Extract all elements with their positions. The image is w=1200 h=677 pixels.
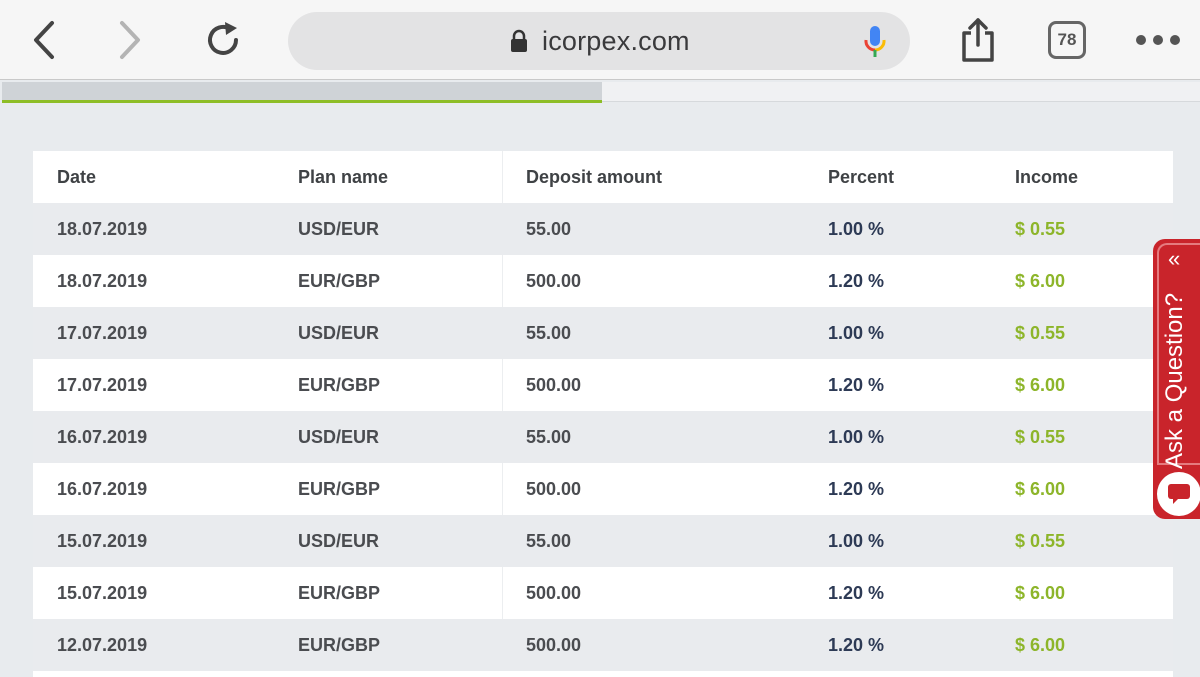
header-date: Date <box>57 167 97 187</box>
cell-percent: 1.20 % <box>828 635 885 655</box>
cell-plan-name: EUR/GBP <box>298 479 381 499</box>
table-header-row: Date Plan name Deposit amount Percent In… <box>33 151 1173 203</box>
cell-percent: 1.00 % <box>828 427 885 447</box>
active-page-tab[interactable] <box>2 82 602 100</box>
cell-income: $ 6.00 <box>1015 583 1066 603</box>
cell-deposit-amount: 500.00 <box>526 271 582 291</box>
chat-bubble-icon <box>1168 484 1190 504</box>
deposits-table: Date Plan name Deposit amount Percent In… <box>33 151 1173 677</box>
table-row: 15.07.2019 EUR/GBP 500.00 1.20 % $ 6.00 <box>33 567 1173 619</box>
table-row: 18.07.2019 EUR/GBP 500.00 1.20 % $ 6.00 <box>33 255 1173 307</box>
cell-date: 12.07.2019 <box>57 635 148 655</box>
cell-plan-name: EUR/GBP <box>298 271 381 291</box>
column-divider <box>502 567 503 619</box>
cell-date: 17.07.2019 <box>57 323 148 343</box>
column-divider <box>502 359 503 411</box>
ask-question-widget[interactable]: « Ask a Question? <box>1153 239 1200 519</box>
header-percent: Percent <box>828 167 895 187</box>
share-icon <box>962 18 994 62</box>
back-arrow-icon <box>34 21 54 59</box>
back-button[interactable] <box>22 12 66 68</box>
cell-plan-name: USD/EUR <box>298 427 380 447</box>
cell-percent: 1.00 % <box>828 323 885 343</box>
cell-income: $ 6.00 <box>1015 479 1066 499</box>
cell-plan-name: USD/EUR <box>298 531 380 551</box>
tab-count-button[interactable]: 78 <box>1048 21 1086 59</box>
lock-icon <box>511 29 527 52</box>
address-bar[interactable]: icorpex.com <box>288 12 910 70</box>
forward-arrow-icon <box>120 21 140 59</box>
cell-percent: 1.20 % <box>828 271 885 291</box>
cell-percent: 1.20 % <box>828 479 885 499</box>
cell-income: $ 0.55 <box>1015 531 1066 551</box>
cell-income: $ 0.55 <box>1015 323 1066 343</box>
column-divider <box>502 151 503 203</box>
table-row: 17.07.2019 USD/EUR 55.00 1.00 % $ 0.55 <box>33 307 1173 359</box>
cell-deposit-amount: 55.00 <box>526 219 572 239</box>
cell-date: 16.07.2019 <box>57 479 148 499</box>
header-deposit-amount: Deposit amount <box>526 167 663 187</box>
cell-income: $ 6.00 <box>1015 271 1066 291</box>
url-text: icorpex.com <box>542 26 690 56</box>
cell-date: 15.07.2019 <box>57 531 148 551</box>
cell-plan-name: USD/EUR <box>298 219 380 239</box>
cell-deposit-amount: 55.00 <box>526 531 572 551</box>
cell-percent: 1.00 % <box>828 531 885 551</box>
table-row: 18.07.2019 USD/EUR 55.00 1.00 % $ 0.55 <box>33 203 1173 255</box>
table-row: 15.07.2019 USD/EUR 55.00 1.00 % $ 0.55 <box>33 515 1173 567</box>
cell-plan-name: USD/EUR <box>298 323 380 343</box>
cell-date: 18.07.2019 <box>57 219 148 239</box>
cell-date: 17.07.2019 <box>57 375 148 395</box>
cell-date: 18.07.2019 <box>57 271 148 291</box>
table-row: 16.07.2019 EUR/GBP 500.00 1.20 % $ 6.00 <box>33 463 1173 515</box>
cell-income: $ 0.55 <box>1015 427 1066 447</box>
ask-question-label: Ask a Question? <box>1161 292 1188 469</box>
header-income: Income <box>1015 167 1079 187</box>
reload-icon <box>208 22 238 55</box>
cell-deposit-amount: 500.00 <box>526 635 582 655</box>
table-row: 16.07.2019 USD/EUR 55.00 1.00 % $ 0.55 <box>33 411 1173 463</box>
table-row: 17.07.2019 EUR/GBP 500.00 1.20 % $ 6.00 <box>33 359 1173 411</box>
cell-deposit-amount: 55.00 <box>526 427 572 447</box>
inactive-tab-underline <box>602 101 1200 102</box>
column-divider <box>502 255 503 307</box>
more-button[interactable] <box>1130 12 1186 68</box>
cell-deposit-amount: 500.00 <box>526 479 582 499</box>
cell-percent: 1.00 % <box>828 219 885 239</box>
more-dots-icon <box>1136 35 1180 45</box>
cell-plan-name: EUR/GBP <box>298 375 381 395</box>
cell-deposit-amount: 500.00 <box>526 583 582 603</box>
table-row: 12.07.2019 EUR/GBP 500.00 1.20 % $ 6.00 <box>33 619 1173 671</box>
header-plan-name: Plan name <box>298 167 389 187</box>
share-button[interactable] <box>956 12 1000 68</box>
cell-percent: 1.20 % <box>828 583 885 603</box>
cell-deposit-amount: 500.00 <box>526 375 582 395</box>
browser-toolbar: icorpex.com 78 <box>0 0 1200 80</box>
cell-plan-name: EUR/GBP <box>298 635 381 655</box>
forward-button[interactable] <box>108 12 152 68</box>
cell-date: 15.07.2019 <box>57 583 148 603</box>
column-divider <box>502 463 503 515</box>
cell-deposit-amount: 55.00 <box>526 323 572 343</box>
cell-income: $ 0.55 <box>1015 219 1066 239</box>
cell-plan-name: EUR/GBP <box>298 583 381 603</box>
chat-button[interactable] <box>1157 472 1200 516</box>
microphone-icon[interactable] <box>862 24 888 60</box>
table-row-partial <box>33 671 1173 677</box>
cell-income: $ 6.00 <box>1015 635 1066 655</box>
active-tab-underline <box>2 100 602 103</box>
reload-button[interactable] <box>198 12 248 68</box>
cell-date: 16.07.2019 <box>57 427 148 447</box>
cell-income: $ 6.00 <box>1015 375 1066 395</box>
cell-percent: 1.20 % <box>828 375 885 395</box>
